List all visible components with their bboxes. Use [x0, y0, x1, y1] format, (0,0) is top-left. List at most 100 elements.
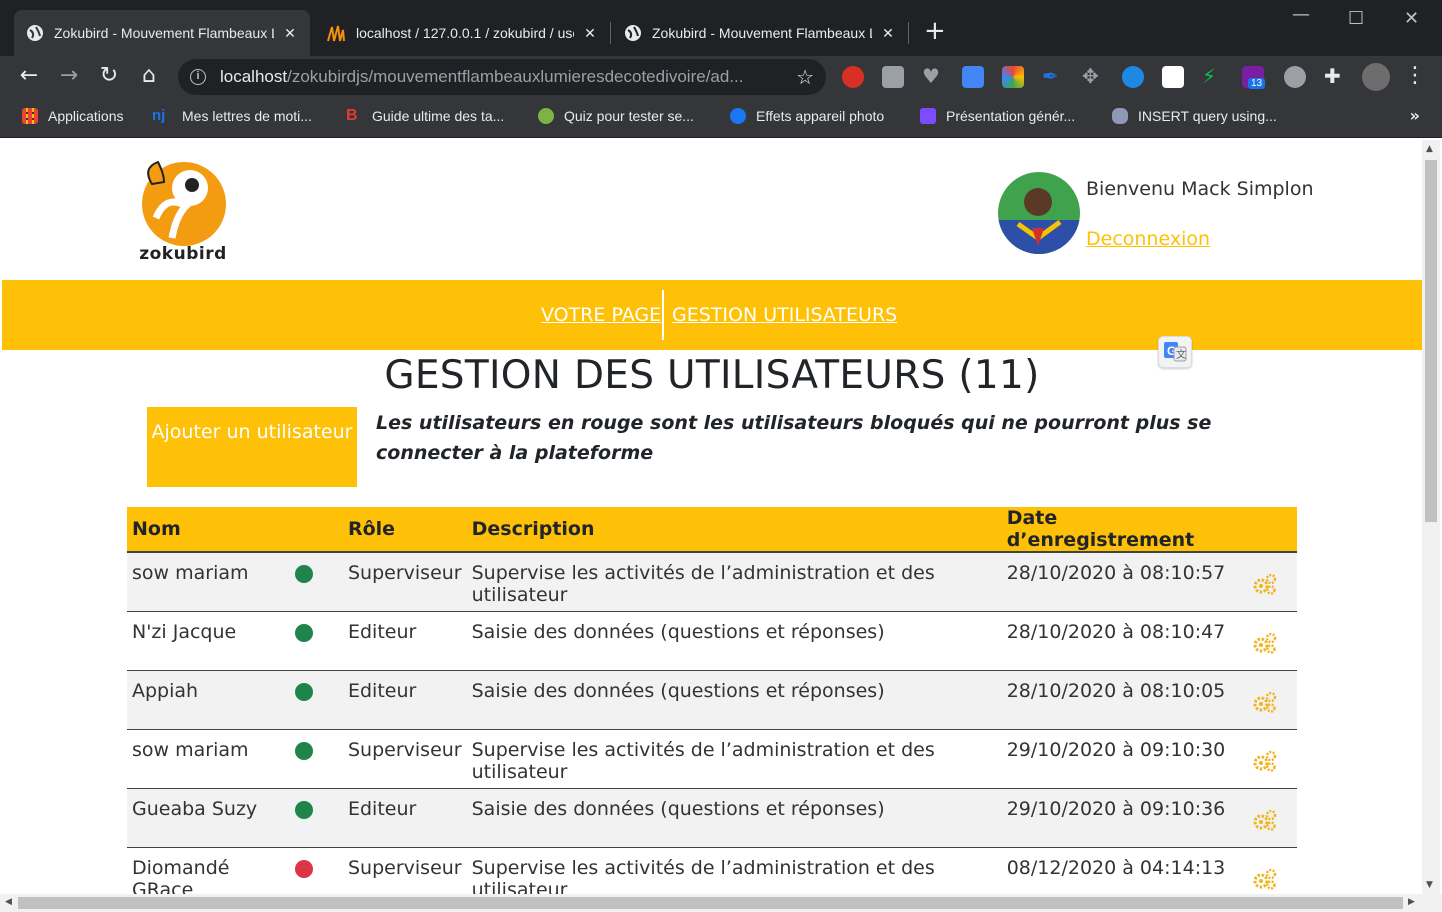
- status-dot-icon: [295, 741, 314, 760]
- bookmark-star-icon[interactable]: ☆: [796, 65, 814, 89]
- reload-icon[interactable]: ↻: [96, 64, 122, 88]
- nav-link-votre-page[interactable]: VOTRE PAGE: [541, 304, 661, 326]
- new-tab-icon[interactable]: +: [924, 18, 946, 44]
- actions-cell: [1241, 611, 1297, 671]
- settings-gears-icon[interactable]: [1252, 749, 1278, 773]
- horizontal-scrollbar[interactable]: ◀ ▶: [0, 894, 1442, 912]
- description-cell: Saisie des données (questions et réponse…: [466, 670, 1002, 730]
- tab-close-icon[interactable]: ✕: [880, 25, 896, 42]
- scroll-right-icon[interactable]: ▶: [1408, 897, 1415, 907]
- settings-gears-icon[interactable]: [1252, 867, 1278, 891]
- user-name-cell: sow mariam: [127, 729, 287, 789]
- window-close-icon[interactable]: ✕: [1404, 8, 1419, 29]
- header-role[interactable]: Rôle: [342, 507, 467, 553]
- tab-close-icon[interactable]: ✕: [582, 25, 598, 42]
- status-cell: [286, 788, 343, 848]
- role-cell: Editeur: [342, 670, 467, 730]
- bookmark-lettres[interactable]: nj Mes lettres de moti...: [152, 107, 312, 125]
- date-cell: 29/10/2020 à 09:10:30: [1001, 729, 1242, 789]
- scroll-down-icon[interactable]: ▼: [1426, 880, 1433, 890]
- tab-phpmyadmin[interactable]: localhost / 127.0.0.1 / zokubird / users…: [314, 10, 610, 56]
- tab-zokubird[interactable]: Zokubird - Mouvement Flambeaux Lumières …: [612, 10, 908, 56]
- table-row: Gueaba Suzy Editeur Saisie des données (qu…: [127, 788, 1297, 848]
- zokubird-logo[interactable]: zokubird: [136, 158, 230, 266]
- settings-gears-icon[interactable]: [1252, 572, 1278, 596]
- tab-title: Zokubird - Mouvement Flambeaux Lumières: [652, 25, 872, 41]
- home-icon[interactable]: ⌂: [136, 64, 162, 88]
- tab-close-icon[interactable]: ✕: [282, 25, 298, 42]
- role-cell: Superviseur: [342, 729, 467, 789]
- table-row: Appiah Editeur Saisie des données (questio…: [127, 670, 1297, 730]
- bookmark-label: Quiz pour tester se...: [564, 108, 694, 124]
- back-icon[interactable]: ←: [16, 64, 42, 88]
- bookmark-label: Guide ultime des ta...: [372, 108, 505, 124]
- move-icon[interactable]: ✥: [1082, 66, 1104, 88]
- bookmark-guide[interactable]: B Guide ultime des ta...: [346, 108, 505, 125]
- header-nom[interactable]: Nom: [127, 507, 287, 553]
- role-cell: Superviseur: [342, 552, 467, 612]
- settings-gears-icon[interactable]: [1252, 631, 1278, 655]
- bookmark-presentation[interactable]: Présentation génér...: [920, 108, 1075, 124]
- extension-icon[interactable]: [882, 66, 904, 88]
- glasses-icon[interactable]: [1284, 66, 1306, 88]
- actions-cell: [1241, 788, 1297, 848]
- notion-icon[interactable]: [1162, 66, 1184, 88]
- date-cell: 29/10/2020 à 09:10:36: [1001, 788, 1242, 848]
- header-date[interactable]: Date d’enregistrement: [1001, 507, 1242, 553]
- maximize-icon[interactable]: ☐: [1348, 8, 1364, 29]
- description-cell: Saisie des données (questions et réponse…: [466, 611, 1002, 671]
- scroll-left-icon[interactable]: ◀: [5, 897, 12, 907]
- runner-icon[interactable]: ⚡: [1202, 66, 1224, 88]
- minimize-icon[interactable]: —: [1292, 4, 1310, 25]
- horizontal-scroll-thumb[interactable]: [18, 897, 1403, 909]
- phpmyadmin-icon: [327, 25, 345, 42]
- url-text[interactable]: localhost/zokubirdjs/mouvementflambeauxl…: [220, 67, 780, 87]
- vertical-scrollbar[interactable]: ▲ ▼: [1422, 140, 1440, 894]
- status-cell: [286, 670, 343, 730]
- nav-link-gestion-utilisateurs[interactable]: GESTION UTILISATEURS: [672, 304, 897, 326]
- info-icon[interactable]: i: [190, 69, 206, 85]
- actions-cell: [1241, 552, 1297, 612]
- extension-badge-icon[interactable]: 13: [1242, 66, 1266, 89]
- header-description[interactable]: Description: [466, 507, 1002, 553]
- date-cell: 28/10/2020 à 08:10:57: [1001, 552, 1242, 612]
- add-user-button[interactable]: Ajouter un utilisateur: [147, 407, 357, 487]
- page-title: GESTION DES UTILISATEURS (11): [384, 353, 1040, 398]
- bookmark-insert[interactable]: INSERT query using...: [1112, 108, 1277, 124]
- status-dot-icon: [295, 682, 314, 701]
- table-row: sow mariam Superviseur Supervise les activ…: [127, 729, 1297, 789]
- tab-zokubird-active[interactable]: Zokubird - Mouvement Flambeaux Lumières …: [14, 10, 310, 56]
- bookmark-effets[interactable]: Effets appareil photo: [730, 108, 884, 124]
- user-name-cell: N'zi Jacque: [127, 611, 287, 671]
- header-actions: [1241, 507, 1297, 553]
- color-picker-icon[interactable]: [1002, 66, 1024, 88]
- bookmark-applications[interactable]: Applications: [22, 108, 124, 124]
- scroll-up-icon[interactable]: ▲: [1426, 144, 1433, 154]
- user-name-cell: Appiah: [127, 670, 287, 730]
- heart-icon[interactable]: ♥: [922, 66, 944, 88]
- bookmarks-bar: Applications nj Mes lettres de moti... B…: [0, 98, 1442, 138]
- settings-gears-icon[interactable]: [1252, 808, 1278, 832]
- status-cell: [286, 611, 343, 671]
- tab-title: Zokubird - Mouvement Flambeaux Lumières: [54, 25, 274, 41]
- user-avatar[interactable]: [998, 172, 1080, 254]
- menu-kebab-icon[interactable]: ⋮: [1402, 64, 1428, 88]
- nj-icon: nj: [152, 107, 166, 124]
- google-translate-ext-icon[interactable]: [962, 66, 984, 88]
- actions-cell: [1241, 729, 1297, 789]
- settings-gears-icon[interactable]: [1252, 690, 1278, 714]
- bookmarks-overflow-icon[interactable]: »: [1410, 106, 1420, 125]
- ethereum-icon[interactable]: [1122, 66, 1144, 88]
- bookmark-quiz[interactable]: Quiz pour tester se...: [538, 108, 694, 124]
- profile-avatar-icon[interactable]: [1362, 63, 1390, 91]
- bookmark-label: Applications: [48, 108, 124, 124]
- tab-separator: [908, 22, 909, 44]
- description-cell: Supervise les activités de l’administrat…: [466, 729, 1002, 789]
- forward-icon[interactable]: →: [56, 64, 82, 88]
- feather-icon[interactable]: ✒: [1042, 66, 1064, 88]
- adblock-icon[interactable]: [842, 66, 864, 88]
- vertical-scroll-thumb[interactable]: [1425, 160, 1437, 522]
- puzzle-icon[interactable]: ✚: [1324, 66, 1346, 88]
- address-bar[interactable]: i localhost/zokubirdjs/mouvementflambeau…: [178, 59, 826, 95]
- logout-link[interactable]: Deconnexion: [1086, 228, 1210, 250]
